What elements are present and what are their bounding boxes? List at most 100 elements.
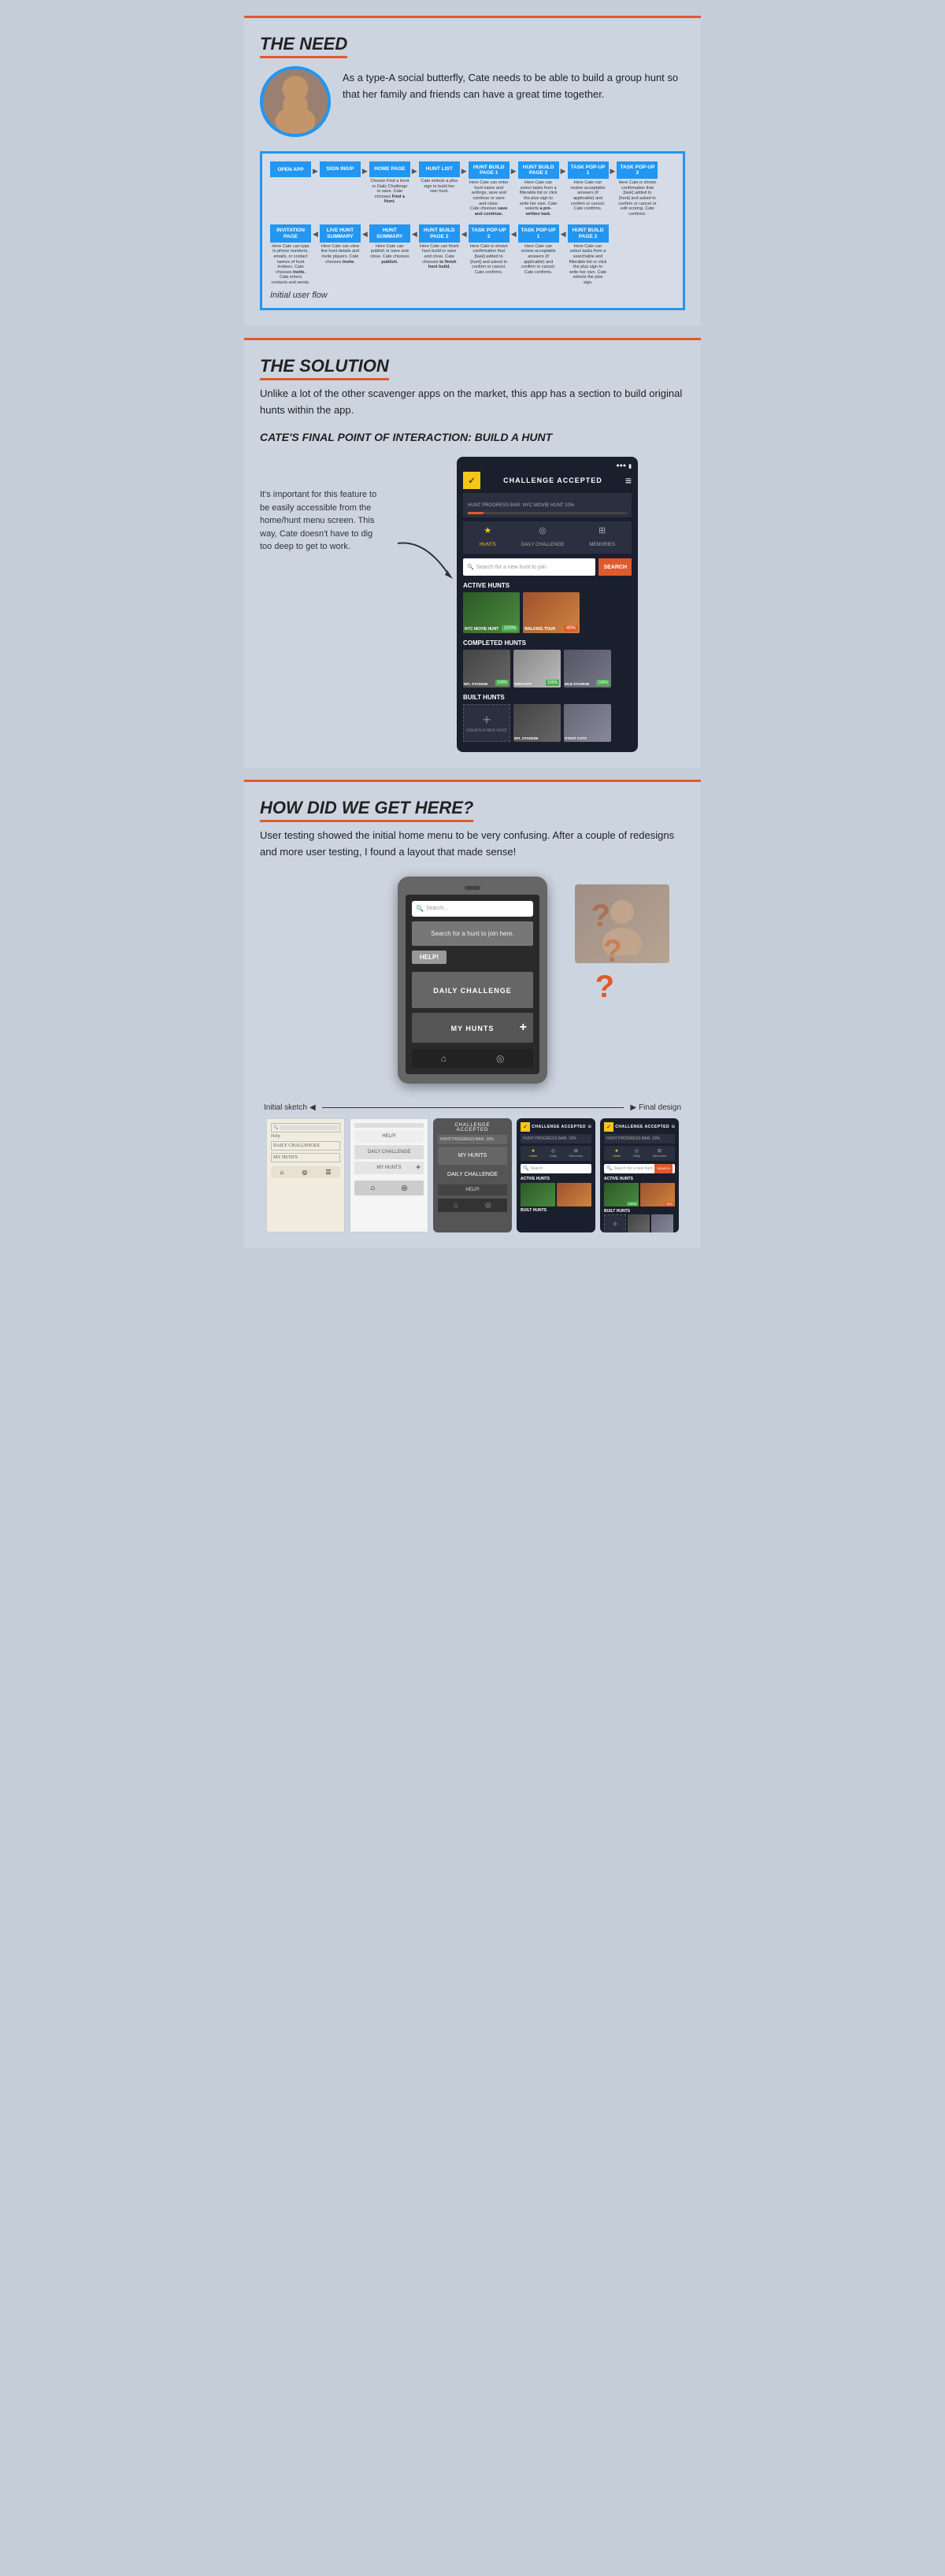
old-phone-screen: 🔍 Search... Search for a hunt to join he… <box>406 895 539 1074</box>
phone-nav[interactable]: ★ Hunts ◎ Daily Challenge ⊞ Memories <box>463 521 632 554</box>
built-hunts-grid: + Create a New Hunt NFL STADIUM STRAT CA… <box>463 704 632 742</box>
old-search-bar[interactable]: 🔍 Search... <box>412 901 533 917</box>
my-hunts-label: My Hunts <box>451 1025 495 1032</box>
final-design-label: Final design <box>639 1103 681 1112</box>
status-bar: ●●● ▮ <box>463 463 632 469</box>
completed-label-2: SHEA/CITI <box>514 682 532 686</box>
active-hunts-grid: 100% NYC MOVIE HUNT 40% WALKING TOUR <box>463 592 632 633</box>
hunt-item-1[interactable]: 100% NYC MOVIE HUNT <box>463 592 520 633</box>
my-hunts-block[interactable]: My Hunts + <box>412 1013 533 1043</box>
flow-top-row: Open App ▶ Sign In/Up ▶ Home Page Choose… <box>270 161 675 218</box>
old-bottom-nav: ⌂ ◎ <box>412 1049 533 1068</box>
evolution-stage-1: 🔍 Help Daily Challenges My Hunts ⌂ ◎ ☰ <box>266 1118 345 1232</box>
search-placeholder-text: Search for a new hunt to join <box>476 565 547 570</box>
solution-title-wrapper: The Solution <box>260 356 685 376</box>
persona-intro: As a type-A social butterfly, Cate needs… <box>260 66 685 137</box>
flow-arrow-5: ▶ <box>511 161 517 176</box>
flow-bottom-row: Invitation Page Here Cate can type in ph… <box>270 224 675 287</box>
search-button[interactable]: Search <box>598 558 632 576</box>
arrow-svg <box>394 536 457 583</box>
create-label: Create a New Hunt <box>466 728 507 733</box>
flow-arrow-6: ▶ <box>561 161 566 176</box>
menu-icon[interactable]: ≡ <box>625 474 632 487</box>
built-item-1[interactable]: NFL STADIUM <box>513 704 561 742</box>
sketch-mockup-1: 🔍 Help Daily Challenges My Hunts ⌂ ◎ ☰ <box>266 1118 345 1232</box>
subsection-title: Cate's Final Point of Interaction: Build… <box>260 431 552 443</box>
sketch-mockup-2: Help! Daily Challenge My Hunts + ⌂ ◎ <box>350 1118 428 1232</box>
memories-icon: ⊞ <box>589 525 615 536</box>
progress-bar-area: Hunt Progress Bar: NYC Movie Hunt 10% <box>463 493 632 517</box>
flow-col-hunt-summary: Hunt Summary Here Cate can publish or sa… <box>369 224 410 266</box>
flow-col-signin: Sign In/Up <box>320 161 361 196</box>
daily-challenge-block[interactable]: Daily Challenge <box>412 972 533 1008</box>
nav-item-daily[interactable]: ◎ Daily Challenge <box>521 525 565 550</box>
user-photo <box>575 884 669 963</box>
evolution-labels: Initial sketch ◀ ▶ Final design <box>260 1103 685 1112</box>
built-hunts-section: Built Hunts + Create a New Hunt NFL STAD… <box>463 694 632 742</box>
how-section-title: How Did We Get Here? <box>260 798 473 822</box>
arrow-right-icon: ▶ <box>630 1103 636 1112</box>
completed-item-2[interactable]: 100% SHEA/CITI <box>513 650 561 688</box>
evolution-stage-2: Help! Daily Challenge My Hunts + ⌂ ◎ <box>350 1118 428 1232</box>
progress-fill <box>468 512 484 514</box>
camera-notch <box>465 886 480 890</box>
flow-label: Initial user flow <box>270 291 675 300</box>
evolution-arrow-line <box>322 1107 624 1108</box>
hunts-icon: ★ <box>480 525 496 536</box>
my-hunts-plus-icon[interactable]: + <box>520 1021 527 1035</box>
profile-nav-icon[interactable]: ◎ <box>496 1053 504 1064</box>
flow-arrow-1: ▶ <box>313 161 318 176</box>
flow-col-huntlist: Hunt List Cate selects a plus sign to bu… <box>419 161 460 196</box>
how-title-wrapper: How Did We Get Here? <box>260 798 685 818</box>
create-new-hunt-button[interactable]: + Create a New Hunt <box>463 704 510 742</box>
help-button[interactable]: HELP! <box>412 951 447 964</box>
completed-item-1[interactable]: 100% NFL STADIUM <box>463 650 510 688</box>
persona-avatar <box>260 66 331 137</box>
built-item-2[interactable]: STRAT CATS <box>564 704 611 742</box>
user-silhouette <box>591 892 654 955</box>
app-header: ✓ Challenge Accepted ≡ <box>463 472 632 489</box>
completed-hunts-grid: 100% NFL STADIUM 100% SHEA/CITI 100% MLB… <box>463 650 632 688</box>
home-nav-icon[interactable]: ⌂ <box>441 1053 447 1064</box>
need-title-wrapper: The Need <box>260 34 685 54</box>
built-label-2: STRAT CATS <box>565 736 587 740</box>
evolution-stage-5: ✓ Challenge Accepted ≡ Hunt Progress Bar… <box>600 1118 679 1232</box>
evolution-stage-4: ✓ Challenge Accepted ≡ Hunt Progress Bar… <box>517 1118 595 1232</box>
hint-text: Search for a hunt to join here. <box>431 930 513 937</box>
nav-item-hunts[interactable]: ★ Hunts <box>480 525 496 550</box>
flow-arrow-4: ▶ <box>461 161 467 176</box>
completed-item-3[interactable]: 100% MLB STADIUM <box>564 650 611 688</box>
old-search-placeholder: Search... <box>426 906 448 911</box>
flow-col-hb2-last: Hunt Build Page 2 Here Cate can select t… <box>568 224 609 287</box>
nav-item-memories[interactable]: ⊞ Memories <box>589 525 615 550</box>
hunt-badge-2: 40% <box>564 625 578 632</box>
active-hunts-title: Active Hunts <box>463 582 632 589</box>
persona-description: As a type-A social butterfly, Cate needs… <box>343 66 685 103</box>
completed-label-1: NFL STADIUM <box>464 682 487 686</box>
completed-badge-3: 100% <box>596 680 610 686</box>
flow-diagram: Open App ▶ Sign In/Up ▶ Home Page Choose… <box>260 151 685 310</box>
flow-arrow-2: ▶ <box>362 161 368 176</box>
hunt-item-2[interactable]: 40% WALKING TOUR <box>523 592 580 633</box>
digital-mockup-gray: Challenge Accepted Hunt Progress Bar: 10… <box>433 1118 512 1232</box>
solution-section-title: The Solution <box>260 356 389 380</box>
digital-mockup-dark-2: ✓ Challenge Accepted ≡ Hunt Progress Bar… <box>600 1118 679 1232</box>
flow-col-hb1: Hunt Build Page 1 Here Cate can enter hu… <box>469 161 510 218</box>
digital-mockup-dark-1: ✓ Challenge Accepted ≡ Hunt Progress Bar… <box>517 1118 595 1232</box>
flow-col-hb2: Hunt Build Page 2 Here Cate can select t… <box>518 161 559 218</box>
battery-icon: ▮ <box>628 463 632 469</box>
nav-memories-label: Memories <box>589 543 615 547</box>
progress-label: Hunt Progress Bar: NYC Movie Hunt 10% <box>468 503 574 508</box>
solution-section: The Solution Unlike a lot of the other s… <box>244 340 701 768</box>
search-input-area[interactable]: 🔍 Search for a new hunt to join <box>463 558 595 576</box>
subsection-title-wrapper: Cate's Final Point of Interaction: Build… <box>260 431 685 445</box>
progress-bar <box>468 512 627 514</box>
need-section-title: The Need <box>260 34 347 58</box>
flow-box-open: Open App <box>270 161 311 177</box>
built-label-1: NFL STADIUM <box>514 736 538 740</box>
old-phone-outer: 🔍 Search... Search for a hunt to join he… <box>398 877 547 1084</box>
flow-col-invite: Invitation Page Here Cate can type in ph… <box>270 224 311 287</box>
flow-arrow-7: ▶ <box>610 161 616 176</box>
avatar-image <box>263 66 328 137</box>
flow-col-tp1-bottom: Task Pop-Up 1 Here Cate can review accep… <box>518 224 559 276</box>
